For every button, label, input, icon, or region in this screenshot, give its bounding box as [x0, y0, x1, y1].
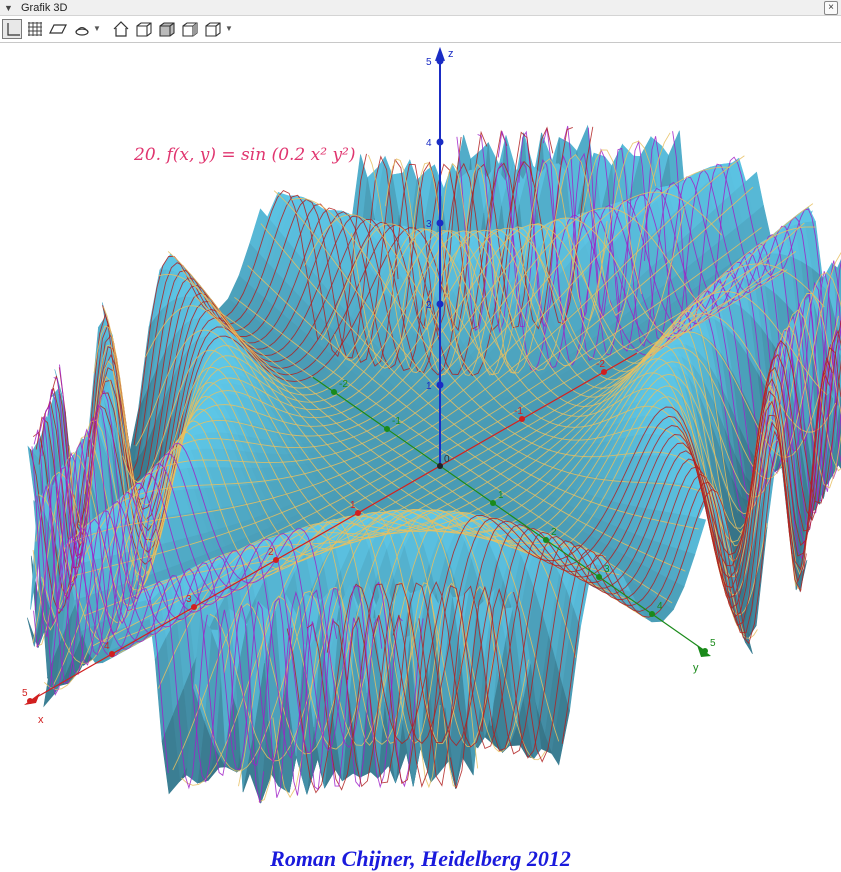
x-tick-mark [109, 651, 115, 657]
y-tick-label: -2 [339, 379, 348, 390]
chevron-down-icon[interactable]: ▼ [225, 25, 233, 33]
x-tick-label: 1 [350, 500, 356, 511]
y-tick-mark [649, 611, 655, 617]
plane-toggle-button[interactable] [48, 19, 68, 39]
x-axis-label: x [38, 714, 44, 726]
view-xz-icon [157, 19, 177, 39]
axes-icon [3, 20, 23, 40]
x-tick-label: -2 [596, 359, 605, 370]
x-tick-label: -1 [514, 406, 523, 417]
view-xy-icon [134, 19, 154, 39]
z-tick-label: 3 [426, 219, 432, 230]
function-label: 20. f(x, y) = sin (0.2 x² y²) [134, 145, 356, 165]
z-tick-label: 1 [426, 381, 432, 392]
view-yz-icon [180, 19, 200, 39]
home-view-button[interactable] [111, 19, 131, 39]
home-view-icon [111, 19, 131, 39]
chevron-down-icon[interactable]: ▼ [93, 25, 101, 33]
panel-title: Grafik 3D [21, 1, 67, 15]
graphics-3d-view[interactable]: -2 -1 1 2 3 4 5 x -2 -1 1 2 3 4 5 y 1 2 3 4 5 z 0 20. f(x, y) … [0, 44, 841, 854]
y-axis-label: y [693, 662, 699, 674]
x-tick-label: 3 [186, 594, 192, 605]
x-tick-mark [191, 604, 197, 610]
z-tick-mark [437, 382, 444, 389]
y-axis-arrow [697, 645, 711, 657]
origin-label: 0 [444, 454, 450, 465]
y-tick-mark [490, 500, 496, 506]
triangle-down-icon[interactable]: ▼ [4, 3, 13, 13]
author-credit: Roman Chijner, Heidelberg 2012 [0, 846, 841, 872]
plane-icon [48, 19, 68, 39]
x-tick-label: 5 [22, 688, 28, 699]
rotate-view-button[interactable] [203, 19, 223, 39]
view-xy-button[interactable] [134, 19, 154, 39]
x-tick-label: 4 [104, 641, 110, 652]
view-yz-button[interactable] [180, 19, 200, 39]
panel-titlebar: ▼ Grafik 3D × [0, 0, 841, 16]
grid-toggle-button[interactable] [25, 19, 45, 39]
close-icon[interactable]: × [824, 1, 838, 15]
z-tick-mark [437, 301, 444, 308]
z-axis-arrow [435, 47, 445, 61]
clipping-button[interactable] [72, 19, 92, 39]
graphics-toolbar: ▼ ▼ [0, 16, 841, 43]
z-axis-label: z [448, 48, 454, 60]
z-tick-label: 2 [426, 300, 432, 311]
y-tick-label: 2 [551, 527, 557, 538]
rotate-view-icon [203, 19, 223, 39]
y-tick-mark [596, 574, 602, 580]
z-tick-label: 5 [426, 57, 432, 68]
z-tick-mark [437, 220, 444, 227]
axes-toggle-button[interactable] [2, 19, 22, 39]
origin-point [437, 463, 443, 469]
y-tick-label: 1 [498, 490, 504, 501]
y-tick-label: 3 [604, 564, 610, 575]
clipping-icon [72, 19, 92, 39]
y-tick-label: 5 [710, 638, 716, 649]
y-tick-mark [543, 537, 549, 543]
y-tick-label: -1 [392, 416, 401, 427]
grid-icon [25, 19, 45, 39]
x-tick-mark [273, 557, 279, 563]
y-tick-mark [331, 389, 337, 395]
x-tick-mark [355, 510, 361, 516]
z-tick-label: 4 [426, 138, 432, 149]
surface-f [27, 126, 841, 803]
y-tick-label: 4 [657, 601, 663, 612]
view-xz-button[interactable] [157, 19, 177, 39]
y-tick-mark [384, 426, 390, 432]
z-tick-mark [437, 139, 444, 146]
surface-plot[interactable]: -2 -1 1 2 3 4 5 x -2 -1 1 2 3 4 5 y 1 2 3 4 5 z 0 [0, 44, 841, 854]
x-tick-label: 2 [268, 547, 274, 558]
